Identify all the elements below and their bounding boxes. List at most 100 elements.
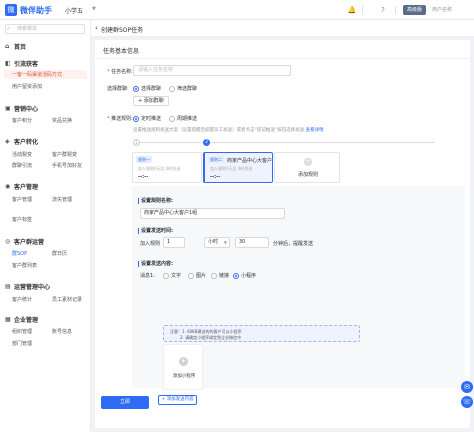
rule-time: --:-- [210, 174, 221, 180]
logo-icon: 微 [5, 4, 17, 16]
sidebar-item-group-fission[interactable]: 客户群裂变 [52, 151, 77, 158]
task-name-input[interactable]: 请输入任务名称 [133, 65, 291, 76]
back-arrow-icon[interactable]: ‹ [95, 24, 98, 32]
rule-card-2[interactable]: 规则二 商家产品中心大客户... 加入规则1天后 0时发送 --:-- [203, 152, 277, 183]
home-icon: ⌂ [5, 42, 10, 50]
users-icon: ◎ [5, 237, 11, 245]
sidebar-item-customer-stats[interactable]: 客户统计 [12, 296, 32, 303]
plus-icon: + [304, 158, 312, 166]
chevron-down-icon[interactable]: ▼ [92, 6, 96, 12]
sidebar-item-fission[interactable]: 活动裂变 [12, 151, 32, 158]
magnet-icon: ◧ [5, 59, 11, 67]
sidebar-item-group-list[interactable]: 客户群列表 [12, 262, 37, 269]
sidebar: ⌕ 搜索菜单 ⌂ 首页 ◧ 引流获客 一客一码渠道活码方式 用户留资添加 ▣ 营… [0, 20, 91, 432]
divider [95, 58, 470, 59]
miniprogram-note: 注意：1. 60KB建议的的客户可以小程序 2. 请确定小程序绑定到企业微信中 [163, 325, 360, 342]
radio-checked-icon [133, 85, 139, 92]
sidebar-group-customers[interactable]: ◉ 客户管理 [5, 182, 38, 191]
support-icon[interactable]: ☏ [461, 396, 473, 408]
sidebar-item-account[interactable]: 账号信息 [52, 328, 72, 335]
sidebar-item-dept[interactable]: 部门管理 [12, 340, 32, 347]
add-rule-button[interactable]: + 添加规则 [274, 152, 340, 183]
user-menu[interactable]: 用户名称 [432, 6, 452, 13]
rule-tag: 规则二 [208, 156, 224, 163]
step-2: 2 [203, 139, 210, 146]
content-type-text[interactable]: 文字 [163, 272, 181, 279]
sidebar-item-tags[interactable]: 客户标签 [12, 216, 32, 223]
search-input[interactable]: 搜索菜单 [5, 24, 85, 34]
gift-icon: ▣ [5, 104, 11, 112]
page-header: ‹ 创建群SOP任务 [91, 20, 474, 37]
sidebar-group-conversion[interactable]: ◈ 客户转化 [5, 137, 38, 146]
radio-checked-icon [233, 272, 239, 279]
app-logo[interactable]: 微 微伴助手 [5, 4, 52, 16]
sidebar-group-leads[interactable]: ◧ 引流获客 [5, 59, 38, 68]
sidebar-item-lead-capture[interactable]: 用户留资添加 [12, 83, 42, 90]
content-type-image[interactable]: 图片 [188, 272, 206, 279]
chevron-down-icon: ▼ [223, 240, 227, 245]
building-icon: ▦ [5, 315, 11, 323]
sidebar-item-points[interactable]: 客户积分 [12, 117, 32, 124]
rule-name-input[interactable]: 商家产品中心大客户1组 [140, 208, 285, 219]
content-type-miniprogram[interactable]: 小程序 [233, 272, 256, 279]
minutes-input[interactable]: 30 [235, 237, 269, 248]
form-panel: 任务基本信息 * 任务名称: 请输入任务名称 选择群聊: 选择群聊 筛选群聊 +… [95, 40, 470, 428]
group-label: 选择群聊: [107, 86, 129, 92]
rule-sub: 加入规则1天后 0时发送 [210, 166, 253, 171]
add-miniprogram-card[interactable]: + 添加小程序 [163, 344, 203, 390]
steps-line [135, 142, 435, 143]
send-content-title: 设置发送内容: [138, 260, 173, 267]
divider [395, 6, 396, 14]
radio-periodic-push[interactable]: 周期推送 [169, 115, 197, 122]
sidebar-group-enterprise[interactable]: ▦ 企业管理 [5, 315, 38, 324]
sidebar-item-staff-records[interactable]: 员工素材记录 [52, 296, 82, 303]
sidebar-item-group-sop[interactable]: 群SOP [12, 250, 27, 257]
sidebar-group-marketing[interactable]: ▣ 营销中心 [5, 104, 38, 113]
help-icon[interactable]: ? [378, 5, 388, 15]
sidebar-item-group-lead[interactable]: 群聊引流 [12, 162, 32, 169]
add-content-button[interactable]: + 添加发送内容 [158, 395, 197, 405]
vip-badge[interactable]: 高级版 [403, 5, 426, 15]
sidebar-group-analytics[interactable]: ▤ 运营管理中心 [5, 282, 50, 291]
rule-config-panel: 设置规则名称: 商家产品中心大客户1组 设置发送时间: 加入规则 1 小时 ▼ 3… [132, 186, 465, 405]
send-time-title: 设置发送时间: [138, 227, 173, 234]
radio-filter-group[interactable]: 筛选群聊 [169, 85, 197, 92]
rule-name: 商家产品中心大客户... [227, 158, 277, 164]
sidebar-item-churn[interactable]: 流失管理 [52, 196, 72, 203]
view-details-link[interactable]: 查看详情 [306, 128, 324, 133]
rule-time: --:-- [138, 174, 149, 180]
save-button[interactable]: 立即 [101, 396, 149, 409]
sidebar-item-home[interactable]: ⌂ 首页 [5, 42, 26, 51]
sidebar-item-channel-code[interactable]: 一客一码渠道活码方式 [12, 71, 62, 78]
radio-checked-icon [133, 115, 139, 122]
radio-icon [211, 272, 217, 279]
sidebar-item-group-calendar[interactable]: 群日历 [52, 250, 67, 257]
chat-icon[interactable]: ✉ [461, 381, 473, 393]
sidebar-item-redeem[interactable]: 奖品兑换 [52, 117, 72, 124]
join-rule-label: 加入规则 [140, 241, 161, 247]
add-group-button[interactable]: + 添加群聊 [133, 96, 169, 106]
radio-icon [169, 85, 175, 92]
sidebar-item-org[interactable]: 组织管理 [12, 328, 32, 335]
radio-icon [188, 272, 194, 279]
bell-icon[interactable]: 🔔 [347, 5, 357, 15]
app-name: 微伴助手 [20, 5, 52, 15]
radio-select-group[interactable]: 选择群聊 [133, 85, 161, 92]
sidebar-group-group-ops[interactable]: ◎ 客户群运营 [5, 237, 44, 246]
radio-scheduled-push[interactable]: 定时推送 [133, 115, 161, 122]
days-input[interactable]: 1 [163, 237, 185, 248]
rule-tag: 规则一 [136, 156, 152, 163]
rule-sub: 加入规则0天后 0时发送 [138, 166, 181, 171]
sidebar-item-customer-mgmt[interactable]: 客户管理 [12, 196, 32, 203]
sidebar-item-phone-add[interactable]: 手机号加好友 [52, 162, 82, 169]
share-icon: ◈ [5, 137, 10, 145]
rule-card-1[interactable]: 规则一 加入规则0天后 0时发送 --:-- [132, 152, 202, 183]
message-label: 消息1: [140, 273, 155, 279]
time-suffix: 分钟后，提醒发送 [273, 241, 314, 247]
user-icon: ◉ [5, 182, 11, 190]
unit-select[interactable]: 小时 ▼ [204, 237, 230, 248]
shop-name[interactable]: 小学五 [65, 6, 83, 15]
rule-name-title: 设置规则名称: [138, 197, 173, 204]
content-type-link[interactable]: 链接 [211, 272, 229, 279]
top-bar: 微 微伴助手 小学五 ▼ 🔔 ? 高级版 用户名称 [0, 0, 474, 20]
